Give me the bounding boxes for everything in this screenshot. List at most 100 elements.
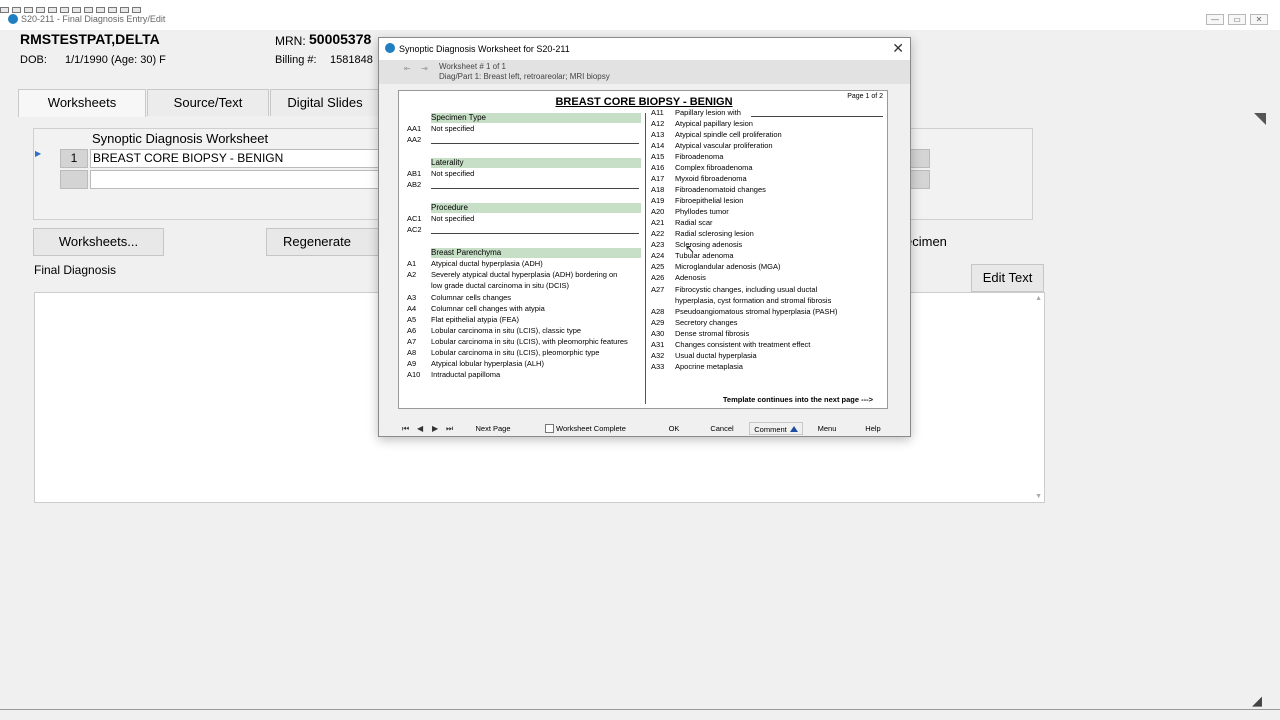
item-text[interactable]: Flat epithelial atypia (FEA) (431, 314, 641, 325)
item-text[interactable]: Atypical papillary lesion (675, 118, 885, 129)
item-text[interactable]: Sclerosing adenosis (675, 239, 885, 250)
cancel-button[interactable]: Cancel (704, 422, 740, 435)
edit-text-button[interactable]: Edit Text (971, 264, 1044, 292)
item-text[interactable]: Microglandular adenosis (MGA) (675, 261, 885, 272)
item-text[interactable]: Fibrocystic changes, including usual duc… (675, 284, 885, 295)
tab-source-text[interactable]: Source/Text (147, 89, 269, 116)
main-titlebar: S20-211 - Final Diagnosis Entry/Edit — ▭… (0, 0, 1280, 30)
item-text[interactable]: Not specified (431, 123, 641, 134)
item-text[interactable]: Atypical vascular proliferation (675, 140, 885, 151)
toolbar-icon[interactable] (0, 7, 9, 13)
scroll-down-icon[interactable]: ▼ (1035, 493, 1042, 500)
toolbar-icon[interactable] (84, 7, 93, 13)
tab-digital-slides[interactable]: Digital Slides (270, 89, 380, 116)
item-text[interactable]: Usual ductal hyperplasia (675, 350, 885, 361)
item-text[interactable]: Columnar cells changes (431, 292, 641, 303)
divider (0, 709, 1280, 710)
tab-worksheets[interactable]: Worksheets (18, 89, 146, 117)
item-text[interactable]: Tubular adenoma (675, 250, 885, 261)
last-page-icon[interactable]: ⏭ (446, 424, 453, 434)
item-text[interactable]: Papillary lesion with (675, 107, 741, 118)
window-title-text: S20-211 - Final Diagnosis Entry/Edit (21, 14, 166, 24)
item-text[interactable]: Dense stromal fibrosis (675, 328, 885, 339)
toolbar-icon[interactable] (60, 7, 69, 13)
item-text[interactable]: Adenosis (675, 272, 885, 283)
toolbar-icon[interactable] (24, 7, 33, 13)
resize-grip-icon[interactable]: ◢ (1252, 693, 1262, 709)
item-code: A7 (407, 337, 417, 346)
worksheet-complete-checkbox[interactable] (545, 424, 554, 433)
mouse-cursor-icon: ↖ (685, 242, 696, 256)
item-blank[interactable] (431, 233, 639, 234)
item-text[interactable]: Lobular carcinoma in situ (LCIS), with p… (431, 336, 641, 347)
item-text[interactable]: Pseudoangiomatous stromal hyperplasia (P… (675, 306, 885, 317)
worksheet-row-empty[interactable] (90, 170, 390, 189)
item-text[interactable]: Lobular carcinoma in situ (LCIS), classi… (431, 325, 641, 336)
item-blank[interactable] (431, 188, 639, 189)
item-text[interactable]: Fibroadenomatoid changes (675, 184, 885, 195)
item-text[interactable]: Atypical ductal hyperplasia (ADH) (431, 258, 641, 269)
item-text[interactable]: Fibroadenoma (675, 151, 885, 162)
item-text[interactable]: Secretory changes (675, 317, 885, 328)
first-page-icon[interactable]: ⏮ (402, 424, 409, 434)
item-text[interactable]: Phyllodes tumor (675, 206, 885, 217)
row-number-empty[interactable] (60, 170, 88, 189)
item-text[interactable]: Fibroepithelial lesion (675, 195, 885, 206)
help-button[interactable]: Help (860, 422, 886, 435)
ok-button[interactable]: OK (660, 422, 688, 435)
item-blank[interactable] (751, 116, 883, 117)
item-text[interactable]: Complex fibroadenoma (675, 162, 885, 173)
toolbar-icon[interactable] (72, 7, 81, 13)
next-page-button[interactable]: Next Page (471, 422, 515, 435)
item-text[interactable]: Not specified (431, 213, 641, 224)
item-text[interactable]: Changes consistent with treatment effect (675, 339, 885, 350)
worksheets-button[interactable]: Worksheets... (33, 228, 164, 256)
menu-button[interactable]: Menu (813, 422, 841, 435)
current-row-arrow-icon: ▶ (35, 149, 42, 158)
maximize-button[interactable]: ▭ (1228, 14, 1246, 25)
prev-page-icon[interactable]: ◀ (417, 424, 423, 433)
item-code: A4 (407, 304, 417, 313)
item-text-continued[interactable]: hyperplasia, cyst formation and stromal … (675, 295, 885, 306)
worksheet-row[interactable]: BREAST CORE BIOPSY - BENIGN (90, 149, 390, 168)
toolbar-icon[interactable] (108, 7, 117, 13)
item-blank[interactable] (431, 143, 639, 144)
next-worksheet-icon[interactable]: ⇥ (421, 64, 428, 73)
row-number[interactable]: 1 (60, 149, 88, 168)
dialog-close-button[interactable]: ✕ (892, 40, 904, 57)
item-code: A22 (651, 229, 665, 238)
item-text[interactable]: Intraductal papilloma (431, 369, 641, 380)
toolbar-icon[interactable] (120, 7, 129, 13)
item-text[interactable]: Columnar cell changes with atypia (431, 303, 641, 314)
prev-worksheet-icon[interactable]: ⇤ (404, 64, 411, 73)
worksheet-caption: Synoptic Diagnosis Worksheet (92, 131, 269, 146)
toolbar-icon[interactable] (48, 7, 57, 13)
row-cell[interactable] (910, 170, 930, 189)
comment-button[interactable]: Comment (749, 422, 803, 435)
specimen-button[interactable]: ecimen (905, 228, 963, 256)
item-text-continued[interactable]: low grade ductal carcinoma in situ (DCIS… (431, 280, 641, 291)
item-text[interactable]: Myxoid fibroadenoma (675, 173, 885, 184)
regenerate-final-button[interactable]: Regenerate Fina (266, 228, 380, 256)
scroll-up-icon[interactable]: ▲ (1035, 295, 1042, 302)
toolbar-icon[interactable] (132, 7, 141, 13)
item-text[interactable]: Apocrine metaplasia (675, 361, 885, 372)
item-code: AA2 (407, 135, 422, 144)
close-button[interactable]: ✕ (1250, 14, 1268, 25)
row-cell[interactable] (910, 149, 930, 168)
item-text[interactable]: Lobular carcinoma in situ (LCIS), pleomo… (431, 347, 641, 358)
billing-value: 1581848 (330, 54, 373, 66)
item-text[interactable]: Radial scar (675, 217, 885, 228)
minimize-button[interactable]: — (1206, 14, 1224, 25)
item-code: AC2 (407, 225, 422, 234)
next-page-icon[interactable]: ▶ (432, 424, 438, 433)
item-code: A11 (651, 108, 664, 117)
toolbar-icon[interactable] (36, 7, 45, 13)
item-text[interactable]: Not specified (431, 168, 641, 179)
toolbar-icon[interactable] (96, 7, 105, 13)
item-text[interactable]: Atypical spindle cell proliferation (675, 129, 885, 140)
item-text[interactable]: Radial sclerosing lesion (675, 228, 885, 239)
item-text[interactable]: Severely atypical ductal hyperplasia (AD… (431, 269, 641, 280)
toolbar-icon[interactable] (12, 7, 21, 13)
item-text[interactable]: Atypical lobular hyperplasia (ALH) (431, 358, 641, 369)
